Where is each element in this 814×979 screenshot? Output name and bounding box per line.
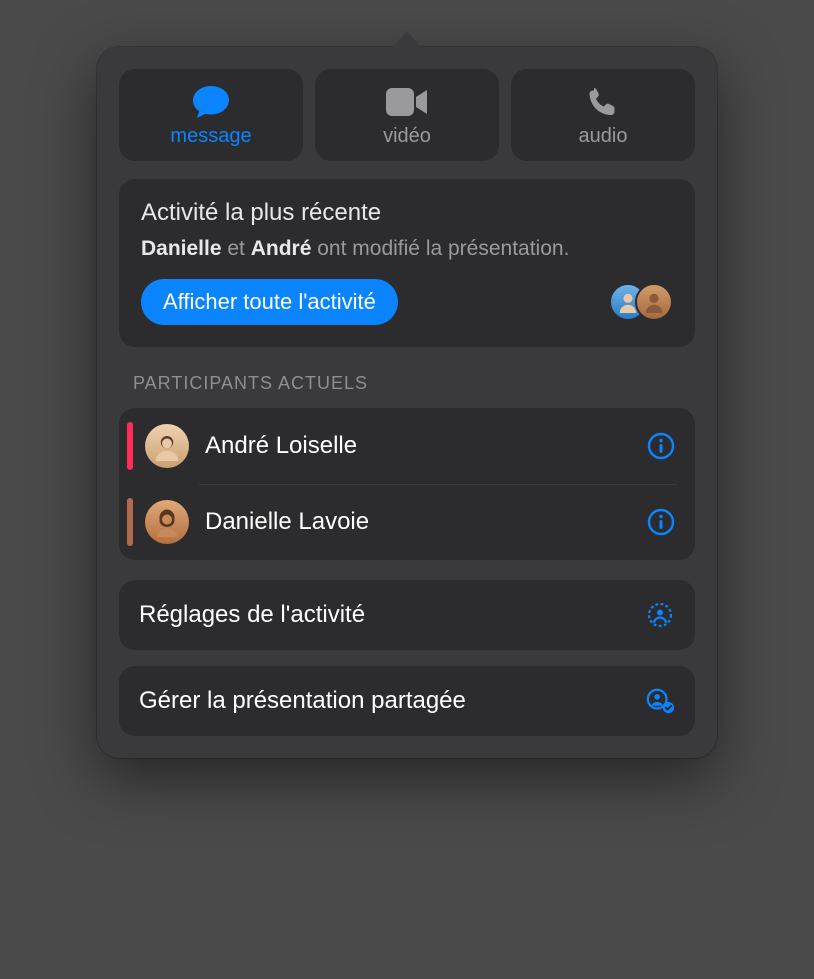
collaboration-popover: message vidéo audio Activité la plus réc…: [97, 47, 717, 758]
audio-icon: [587, 83, 619, 121]
message-label: message: [170, 125, 251, 148]
info-icon[interactable]: [645, 506, 677, 538]
activity-subject-2: André: [251, 237, 312, 260]
action-row: message vidéo audio: [119, 69, 695, 161]
manage-shared-label: Gérer la présentation partagée: [139, 687, 466, 715]
popover-body: message vidéo audio Activité la plus réc…: [97, 47, 717, 758]
avatar: [635, 283, 673, 321]
activity-settings-label: Réglages de l'activité: [139, 601, 365, 629]
collaboration-icon: [645, 686, 675, 716]
video-icon: [385, 83, 429, 121]
recent-activity-card: Activité la plus récente Danielle et And…: [119, 179, 695, 347]
avatar: [145, 424, 189, 468]
participant-name: Danielle Lavoie: [205, 508, 645, 536]
popover-caret: [391, 31, 423, 49]
manage-shared-button[interactable]: Gérer la présentation partagée: [119, 666, 695, 736]
activity-rest: ont modifié la présentation.: [311, 237, 569, 260]
gear-person-icon: [645, 600, 675, 630]
recent-activity-text: Danielle et André ont modifié la présent…: [141, 237, 673, 261]
participant-name: André Loiselle: [205, 432, 645, 460]
presence-color-bar: [127, 422, 133, 470]
activity-card-footer: Afficher toute l'activité: [141, 279, 673, 325]
video-label: vidéo: [383, 125, 431, 148]
audio-button[interactable]: audio: [511, 69, 695, 161]
presence-color-bar: [127, 498, 133, 546]
activity-connector: et: [222, 237, 251, 260]
activity-settings-button[interactable]: Réglages de l'activité: [119, 580, 695, 650]
audio-label: audio: [579, 125, 628, 148]
message-icon: [191, 83, 231, 121]
info-icon[interactable]: [645, 430, 677, 462]
participant-row[interactable]: Danielle Lavoie: [119, 484, 695, 560]
activity-subject-1: Danielle: [141, 237, 222, 260]
recent-activity-title: Activité la plus récente: [141, 199, 673, 227]
activity-avatar-stack: [609, 283, 673, 321]
avatar: [145, 500, 189, 544]
participants-list: André Loiselle Danielle Lavoie: [119, 408, 695, 560]
message-button[interactable]: message: [119, 69, 303, 161]
video-button[interactable]: vidéo: [315, 69, 499, 161]
participants-heading: PARTICIPANTS ACTUELS: [133, 373, 695, 394]
participant-row[interactable]: André Loiselle: [119, 408, 695, 484]
show-all-activity-button[interactable]: Afficher toute l'activité: [141, 279, 398, 325]
